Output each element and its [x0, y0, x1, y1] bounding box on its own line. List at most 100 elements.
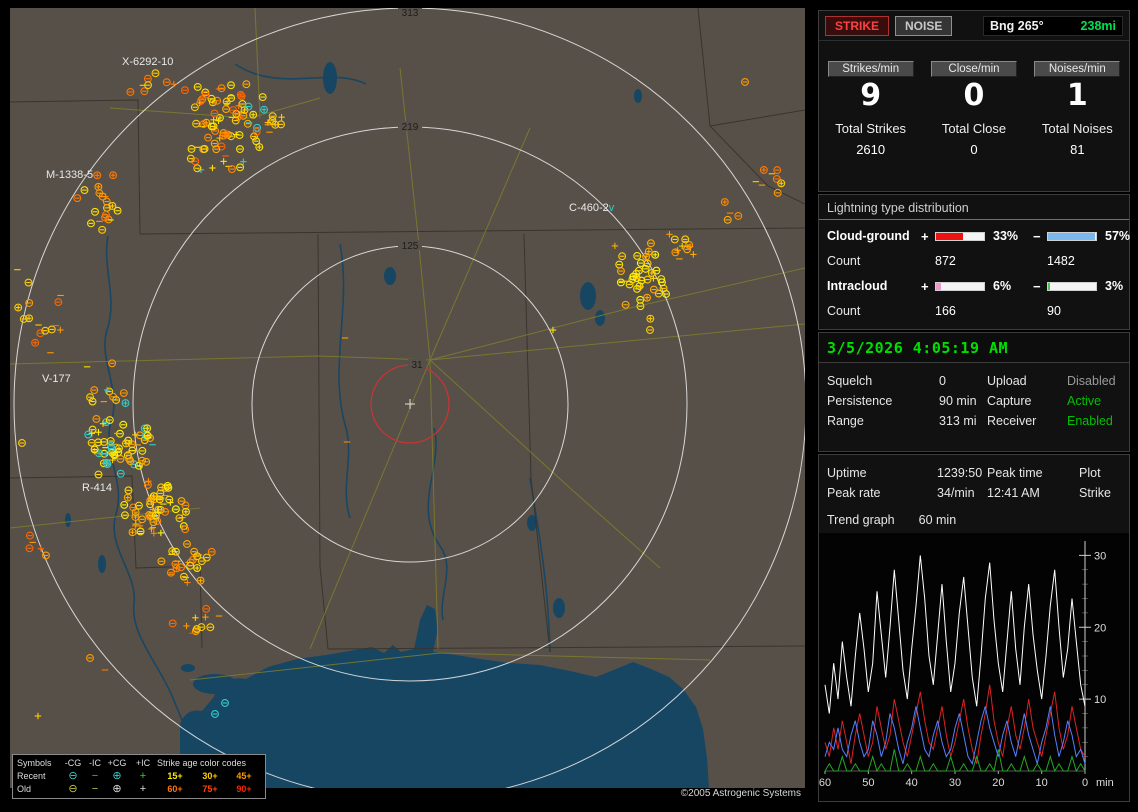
rate-button-noises-min[interactable]: Noises/min: [1034, 61, 1121, 77]
trend-series-noises-per-min: [824, 749, 1086, 773]
station-label-m-1338-5: M-1338-5: [46, 169, 93, 181]
negative-ratio-bar: [1047, 231, 1097, 241]
strike-symbol: [646, 314, 655, 323]
trend-series-cg-negative: [824, 684, 1086, 764]
status-value-disabled: Disabled: [1067, 373, 1116, 388]
x-tick-label: 30: [949, 777, 961, 789]
strike-symbol: [236, 163, 245, 172]
strike-symbol: [222, 105, 231, 114]
trend-section: Uptime 1239:50 Peak time Plot Peak rate 34/mi…: [818, 454, 1130, 802]
ring-distance-label: 219: [402, 122, 419, 133]
strike-symbol: [87, 219, 95, 228]
trend-series-strikes-per-min: [824, 555, 1086, 714]
strike-symbol: [670, 235, 679, 244]
strike-symbol: [123, 493, 132, 502]
strike-symbol: [646, 326, 654, 334]
status-key: Range: [827, 413, 864, 428]
x-tick-label: 20: [992, 777, 1004, 789]
mode-row: STRIKE NOISE Bng 265° 238mi: [819, 11, 1129, 41]
strike-symbol: [14, 303, 23, 312]
bearing-distance: 238mi: [1080, 19, 1116, 33]
strike-symbol: [193, 82, 202, 91]
strike-symbol: [177, 497, 186, 506]
strike-symbol: [636, 259, 645, 268]
strike-symbol: [31, 338, 40, 347]
strike-symbol: [690, 251, 697, 258]
strike-symbol: [618, 252, 627, 261]
positive-ratio-fill: [936, 232, 963, 240]
stats-row-uptime: Uptime 1239:50 Peak time Plot: [827, 463, 1125, 483]
positive-count: 872: [935, 254, 956, 268]
legend-age-60: 60+: [167, 784, 183, 794]
positive-ratio-bar: [935, 231, 985, 241]
strike-symbol: [179, 572, 188, 581]
ring-distance-label: 313: [402, 8, 419, 19]
lightning-map[interactable]: 313 219 125 31 X-6292-10 M-1338-5 C-460-2v V-17…: [10, 8, 805, 800]
dist-type-name: Cloud-ground: [827, 229, 910, 243]
strike-symbol: [190, 103, 199, 112]
distribution-count-row: Count 872 1482: [827, 249, 1123, 274]
strike-symbol: [611, 242, 619, 250]
dist-type-name: Intracloud: [827, 279, 888, 293]
trend-graph: 10 20 30 60 50 40 30 20 10 0 min: [819, 533, 1129, 801]
strike-symbol: [777, 179, 786, 188]
strike-symbol: [116, 455, 125, 463]
strike-symbol: [170, 80, 178, 88]
strike-symbol: [260, 105, 269, 114]
count-label: Count: [827, 254, 861, 268]
rate-button-strikes-min[interactable]: Strikes/min: [827, 61, 914, 77]
strike-symbol: [138, 515, 147, 524]
status-value-enabled: Enabled: [1067, 413, 1113, 428]
strike-symbol: [649, 285, 658, 294]
strike-symbol: [143, 74, 152, 83]
trend-label-row: Trend graph 60 min: [819, 503, 1129, 529]
station-label-r-414: R-414: [82, 482, 112, 494]
stats-cell-c1: Uptime: [827, 466, 867, 480]
rate-button-close-min[interactable]: Close/min: [930, 61, 1017, 77]
strike-symbol: [204, 133, 213, 142]
strike-symbol: [73, 194, 82, 203]
positive-percent: 6%: [993, 279, 1012, 293]
strike-symbol: [621, 300, 630, 309]
legend-age-45: 45+: [236, 771, 252, 781]
strike-mode-button[interactable]: STRIKE: [825, 16, 890, 36]
strike-symbol: [227, 81, 235, 90]
strike-symbol: [181, 86, 189, 95]
x-tick-label: 50: [862, 777, 874, 789]
strike-symbol: [187, 144, 196, 153]
strike-symbol: [57, 326, 64, 334]
distribution-section: Lightning type distribution Cloud-ground…: [818, 193, 1130, 330]
strike-symbol: [193, 164, 202, 173]
stats-cell-c2: 1239:50: [937, 466, 983, 480]
strike-symbol: [124, 486, 133, 495]
strike-symbol: [235, 131, 244, 140]
legend-symbol: ⊖: [68, 783, 78, 795]
positive-ratio-bar: [935, 281, 985, 291]
strike-symbol: [25, 531, 34, 540]
legend-age-75: 75+: [202, 784, 218, 794]
status-value: 90 min: [939, 393, 977, 408]
negative-count: 90: [1047, 304, 1061, 318]
strike-symbol: [109, 171, 118, 180]
strike-symbol: [636, 295, 645, 304]
strike-symbol: [94, 182, 103, 191]
total-label-total-close: Total Close: [941, 121, 1007, 136]
clock-display: 3/5/2026 4:05:19 AM: [819, 332, 1129, 363]
legend-age-90: 90+: [236, 784, 252, 794]
rate-buttons-row: Strikes/min Close/min Noises/min: [819, 61, 1129, 77]
rate-value-strikes-min: 9: [860, 78, 882, 113]
minus-sign: −: [1033, 228, 1041, 244]
total-value-total-noises: 81: [1070, 142, 1085, 157]
legend-symbol: −: [91, 770, 99, 782]
strike-symbol: [615, 260, 624, 269]
strike-symbol: [183, 622, 190, 630]
ring-distance-label: 31: [411, 360, 423, 371]
status-value-active: Active: [1067, 393, 1102, 408]
strike-symbol: [92, 414, 101, 423]
strike-symbol: [162, 78, 171, 87]
noise-mode-button[interactable]: NOISE: [895, 16, 953, 36]
copyright: ©2005 Astrogenic Systems: [680, 788, 801, 799]
strike-symbol: [98, 225, 107, 234]
stats-cell-c1: Peak rate: [827, 486, 881, 500]
legend-symbols-header: Symbols: [17, 758, 52, 768]
